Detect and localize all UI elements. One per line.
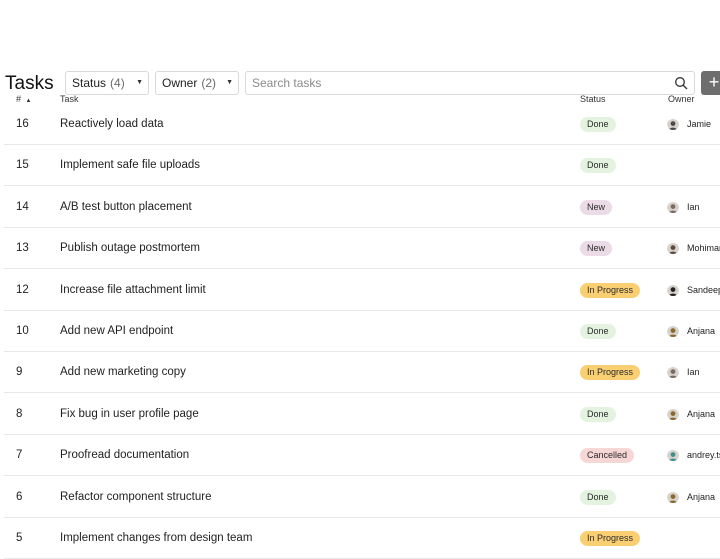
search-box bbox=[245, 71, 695, 95]
status-badge: New bbox=[580, 241, 613, 257]
avatar bbox=[667, 491, 679, 503]
task-number: 9 bbox=[16, 366, 23, 379]
status-filter-count: (4) bbox=[110, 76, 125, 90]
owner-name: Anjana bbox=[687, 491, 716, 502]
avatar bbox=[667, 366, 679, 379]
task-title: Reactively load data bbox=[60, 118, 164, 130]
task-title: Fix bug in user profile page bbox=[60, 407, 199, 420]
task-title: Proofread documentation bbox=[60, 449, 190, 462]
avatar bbox=[667, 242, 679, 255]
owner-name: andrey.ts bbox=[687, 450, 720, 461]
owner-filter-count: (2) bbox=[201, 76, 217, 90]
owner-filter-dropdown[interactable]: Owner (2) ▼ bbox=[155, 71, 239, 95]
table-row[interactable]: 7 Proofread documentation Cancelled andrey.… bbox=[4, 435, 720, 477]
avatar bbox=[667, 201, 679, 213]
task-title: Add new API endpoint bbox=[60, 325, 174, 337]
task-title: A/B test button placement bbox=[60, 200, 192, 213]
status-badge: Done bbox=[580, 489, 616, 505]
owner-name: Sandeep bbox=[687, 284, 720, 295]
task-number: 8 bbox=[16, 407, 23, 420]
add-task-button[interactable]: + bbox=[701, 71, 720, 95]
status-badge: In Progress bbox=[580, 531, 641, 546]
caret-down-icon: ▼ bbox=[136, 79, 143, 86]
status-badge: In Progress bbox=[580, 282, 641, 298]
column-header-number-label: # bbox=[16, 94, 22, 104]
status-badge: In Progress bbox=[580, 365, 641, 381]
table-row[interactable]: 9 Add new marketing copy In Progress Ian bbox=[4, 352, 720, 394]
table-row[interactable]: 10 Add new API endpoint Done Anjana bbox=[4, 311, 720, 352]
task-number: 7 bbox=[16, 449, 23, 462]
table-row[interactable]: 14 A/B test button placement New Ian bbox=[4, 187, 720, 228]
avatar bbox=[667, 408, 679, 420]
table-row[interactable]: 12 Increase file attachment limit In Progr… bbox=[4, 270, 720, 311]
table-row[interactable]: 16 Reactively load data Done Jamie bbox=[4, 104, 720, 145]
owner-name: Anjana bbox=[687, 408, 716, 419]
avatar bbox=[667, 284, 679, 296]
table-row[interactable]: 8 Fix bug in user profile page Done Anjana bbox=[4, 394, 720, 435]
status-filter-label: Status bbox=[72, 76, 107, 90]
owner-filter-label: Owner bbox=[162, 76, 198, 90]
task-number: 13 bbox=[16, 242, 29, 255]
owner-name: Anjana bbox=[687, 326, 716, 336]
table-row[interactable]: 13 Publish outage postmortem New Mohimar bbox=[4, 228, 720, 270]
caret-down-icon: ▼ bbox=[226, 79, 233, 86]
task-number: 12 bbox=[16, 283, 29, 296]
status-filter-dropdown[interactable]: Status (4) ▼ bbox=[65, 71, 149, 95]
task-title: Publish outage postmortem bbox=[60, 242, 200, 255]
status-badge: New bbox=[580, 199, 613, 215]
owner-name: Jamie bbox=[687, 119, 712, 129]
task-number: 6 bbox=[16, 490, 23, 503]
status-badge: Done bbox=[580, 117, 616, 132]
avatar bbox=[667, 118, 679, 130]
table-row[interactable]: 15 Implement safe file uploads Done bbox=[4, 145, 720, 187]
status-badge: Done bbox=[580, 158, 616, 174]
task-title: Refactor component structure bbox=[60, 490, 212, 503]
task-number: 15 bbox=[16, 159, 29, 172]
task-title: Implement safe file uploads bbox=[60, 159, 200, 172]
table-row[interactable]: 6 Refactor component structure Done Anjana bbox=[4, 477, 720, 518]
task-number: 10 bbox=[16, 325, 29, 337]
owner-name: Ian bbox=[687, 367, 700, 378]
task-title: Increase file attachment limit bbox=[60, 283, 206, 296]
owner-name: Mohimar bbox=[687, 243, 720, 254]
status-badge: Done bbox=[580, 406, 616, 422]
status-badge: Done bbox=[580, 324, 616, 339]
table-row[interactable]: 5 Implement changes from design team In Pr… bbox=[4, 518, 720, 559]
task-title: Implement changes from design team bbox=[60, 532, 253, 544]
avatar bbox=[667, 325, 679, 337]
search-icon[interactable] bbox=[674, 76, 688, 90]
task-number: 14 bbox=[16, 200, 29, 213]
status-badge: Cancelled bbox=[580, 448, 635, 464]
task-number: 16 bbox=[16, 118, 29, 130]
search-input[interactable] bbox=[252, 75, 652, 91]
avatar bbox=[667, 449, 679, 462]
owner-name: Ian bbox=[687, 201, 700, 212]
task-number: 5 bbox=[16, 532, 23, 544]
task-title: Add new marketing copy bbox=[60, 366, 186, 379]
